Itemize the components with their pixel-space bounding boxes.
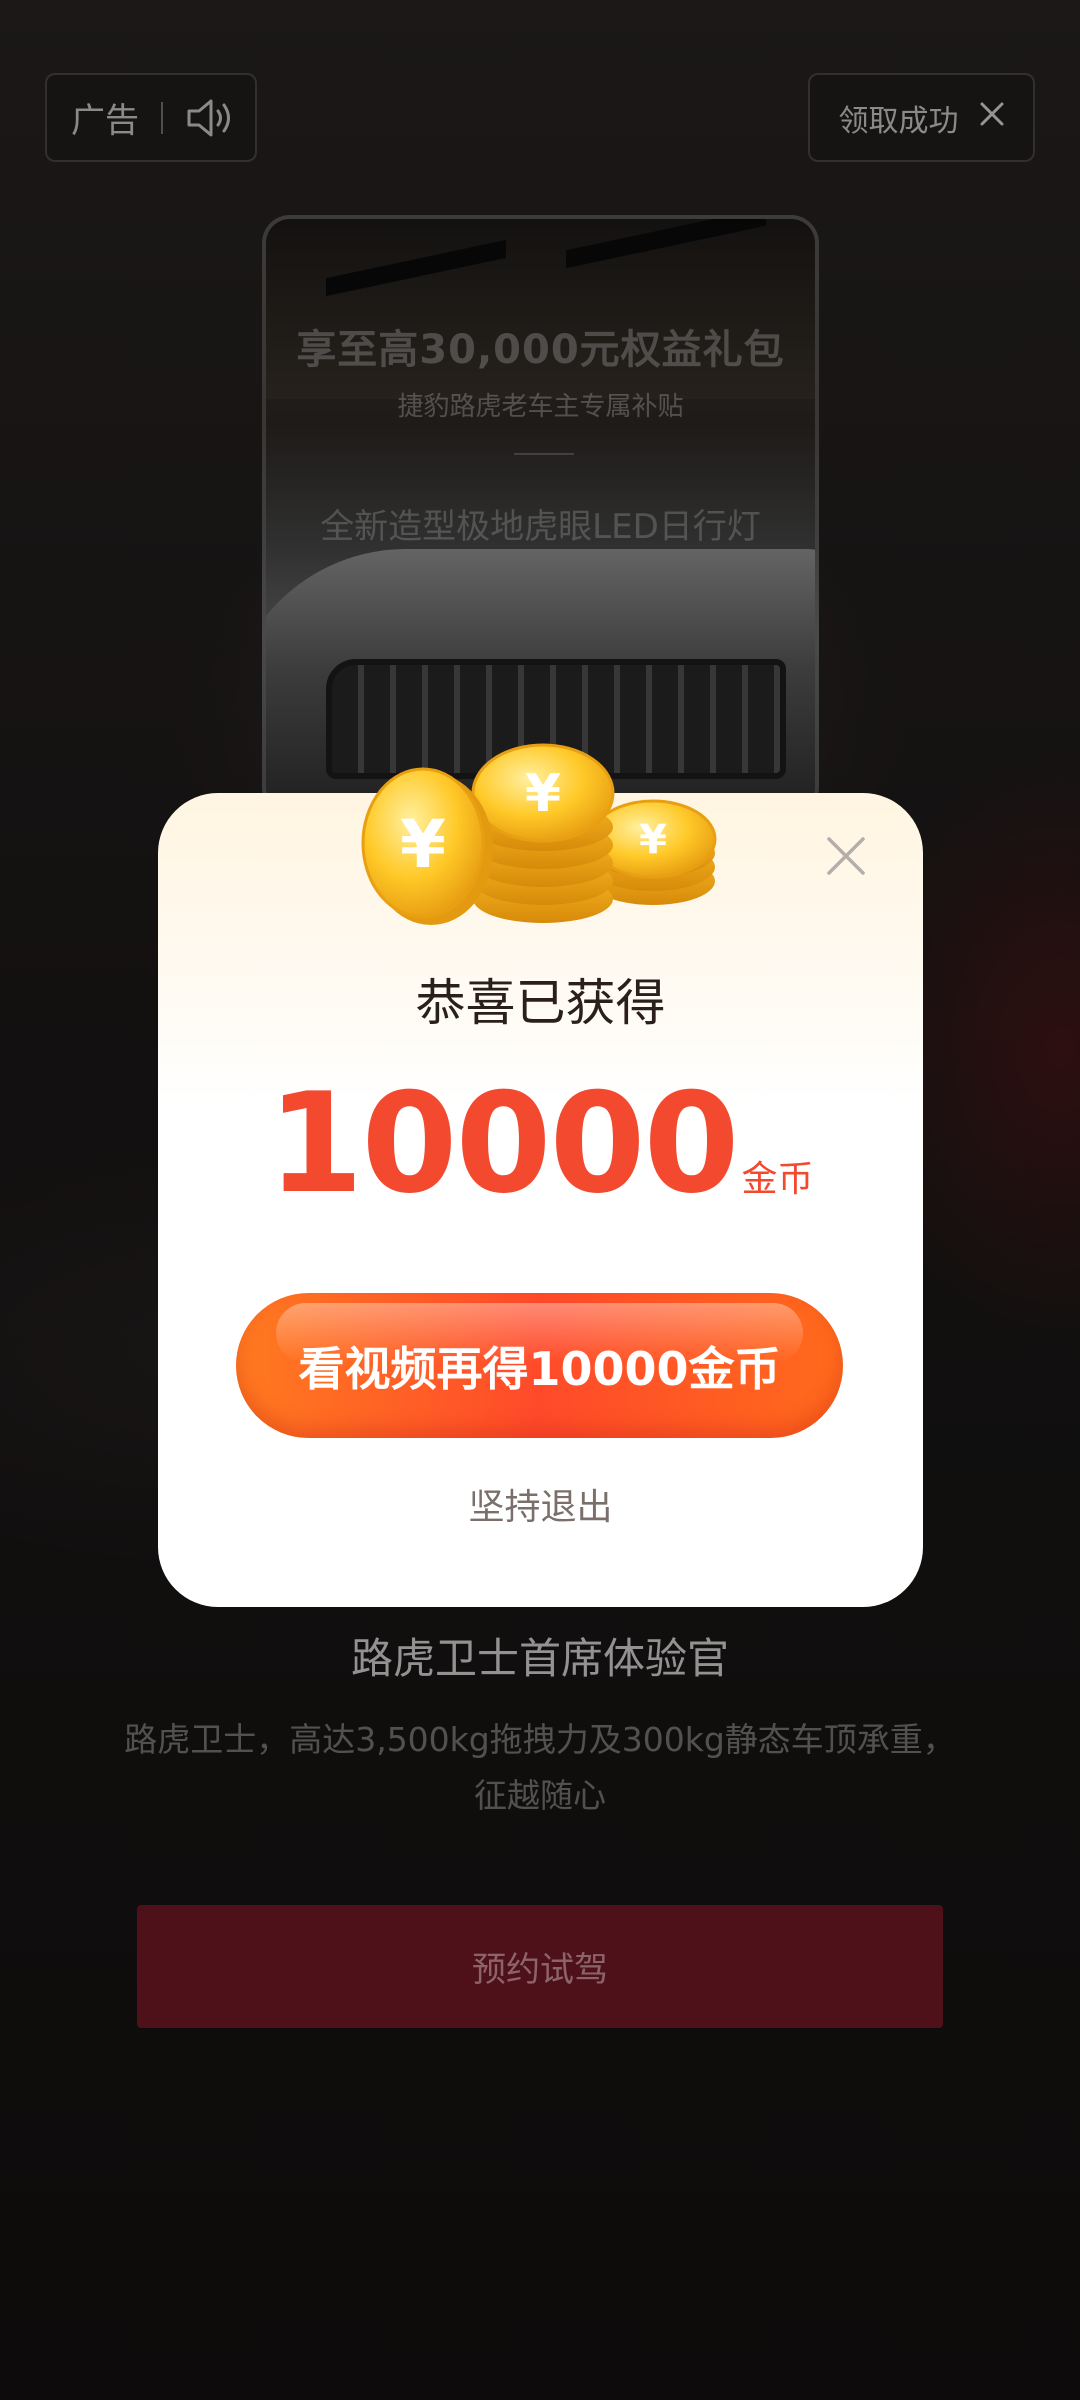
modal-title: 恭喜已获得: [415, 974, 666, 1032]
svg-text:¥: ¥: [639, 817, 667, 863]
ad-title: 路虎卫士首席体验官: [350, 1634, 729, 1683]
speaker-icon[interactable]: [185, 96, 237, 140]
ad-badge: 广告: [45, 73, 257, 162]
divider: [161, 101, 163, 134]
reward-status-button[interactable]: 领取成功: [808, 73, 1035, 162]
svg-text:¥: ¥: [400, 806, 446, 883]
ad-label: 广告: [71, 101, 139, 141]
watch-video-button[interactable]: 看视频再得10000金币: [236, 1293, 843, 1438]
close-icon[interactable]: [979, 100, 1005, 135]
gold-coins-icon: ¥ ¥ ¥: [361, 743, 717, 925]
quit-link[interactable]: 坚持退出: [158, 1478, 923, 1530]
reward-amount-unit: 金币: [741, 1159, 814, 1200]
watch-video-button-label: 看视频再得10000金币: [298, 1341, 781, 1396]
book-test-drive-button[interactable]: 预约试驾: [137, 1905, 943, 2028]
reward-amount: 10000 金币: [158, 1063, 923, 1224]
svg-text:¥: ¥: [525, 764, 561, 824]
ad-description: 路虎卫士，高达3,500kg拖拽力及300kg静态车顶承重，征越随心: [124, 1720, 956, 1815]
reward-status-label: 领取成功: [838, 103, 959, 139]
close-icon[interactable]: [826, 836, 866, 876]
reward-modal: ¥ ¥ ¥ 恭喜已获得 10000 金币 看视频再得10000金币 坚持退出: [158, 743, 923, 1607]
reward-amount-value: 10000: [267, 1063, 739, 1224]
